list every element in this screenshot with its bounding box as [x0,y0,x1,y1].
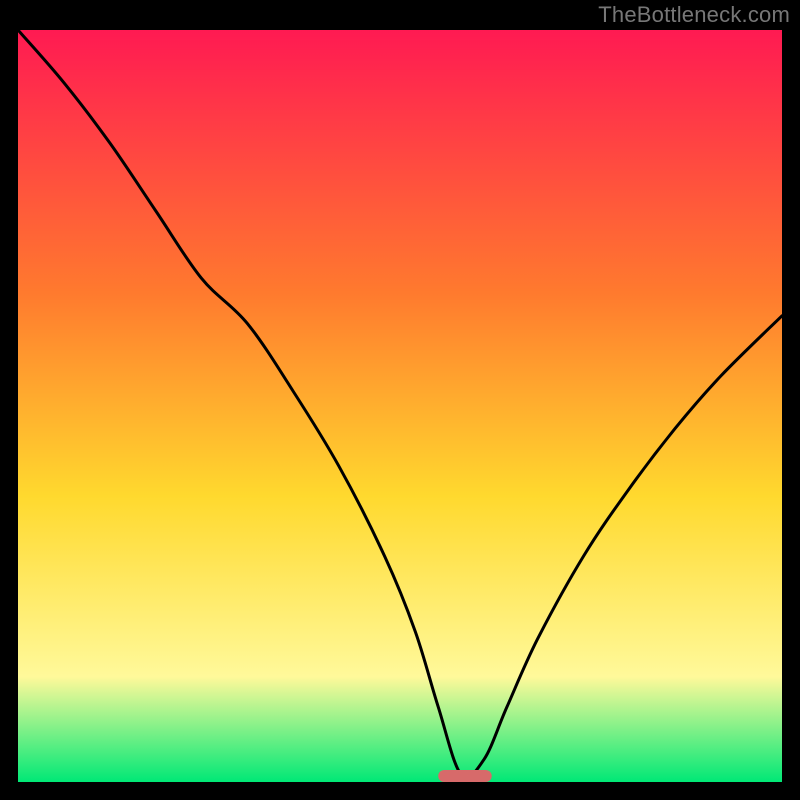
gradient-background [18,30,782,782]
plot-area [18,30,782,782]
bottleneck-chart-svg [18,30,782,782]
optimum-marker [438,770,492,782]
chart-frame: TheBottleneck.com [0,0,800,800]
watermark-text: TheBottleneck.com [598,2,790,28]
